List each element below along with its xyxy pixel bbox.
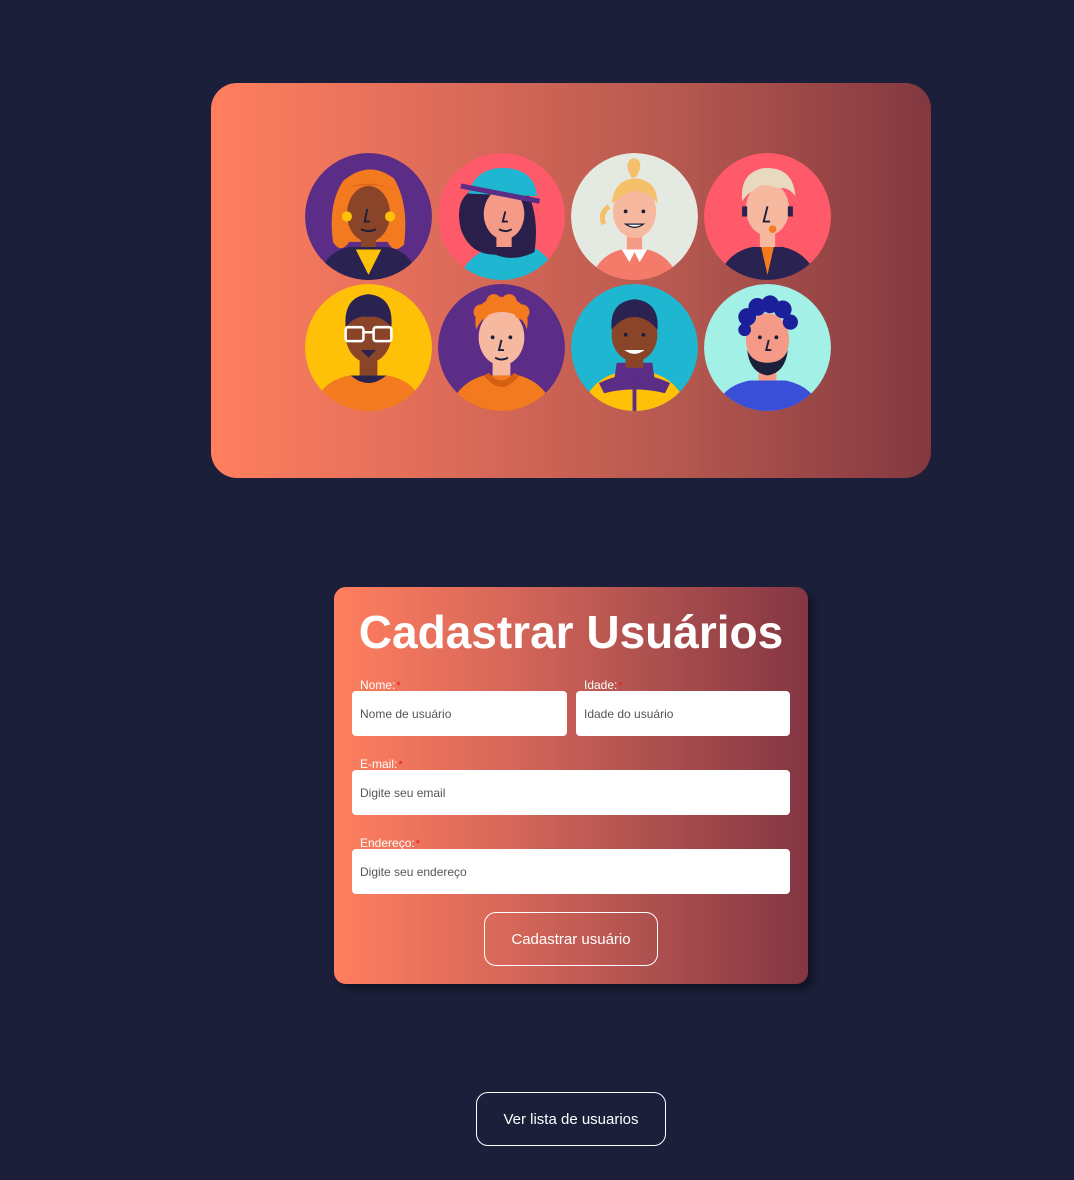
man-glasses-avatar bbox=[305, 284, 432, 411]
email-input[interactable] bbox=[352, 770, 790, 815]
endereco-input[interactable] bbox=[352, 849, 790, 894]
form-title: Cadastrar Usuários bbox=[358, 606, 784, 658]
register-form-card: Cadastrar Usuários Nome:* Idade:* E-mail… bbox=[334, 587, 808, 984]
woman-curly-orange-hair-avatar bbox=[305, 153, 432, 280]
cadastrar-usuario-button[interactable]: Cadastrar usuário bbox=[484, 912, 658, 966]
man-beard-avatar bbox=[704, 284, 831, 411]
avatar-grid bbox=[305, 153, 835, 413]
woman-blonde-ponytail-avatar bbox=[571, 153, 698, 280]
idade-label-text: Idade: bbox=[584, 678, 618, 692]
endereco-label-text: Endereço: bbox=[360, 836, 415, 850]
ver-lista-usuarios-button[interactable]: Ver lista de usuarios bbox=[476, 1092, 666, 1146]
email-label-text: E-mail: bbox=[360, 757, 398, 771]
idade-input[interactable] bbox=[576, 691, 790, 736]
nome-input[interactable] bbox=[352, 691, 567, 736]
woman-blue-cap-avatar bbox=[438, 153, 565, 280]
man-purple-jacket-avatar bbox=[571, 284, 698, 411]
man-orange-curly-hair-avatar bbox=[438, 284, 565, 411]
nome-label-text: Nome: bbox=[360, 678, 396, 692]
man-gray-hair-avatar bbox=[704, 153, 831, 280]
